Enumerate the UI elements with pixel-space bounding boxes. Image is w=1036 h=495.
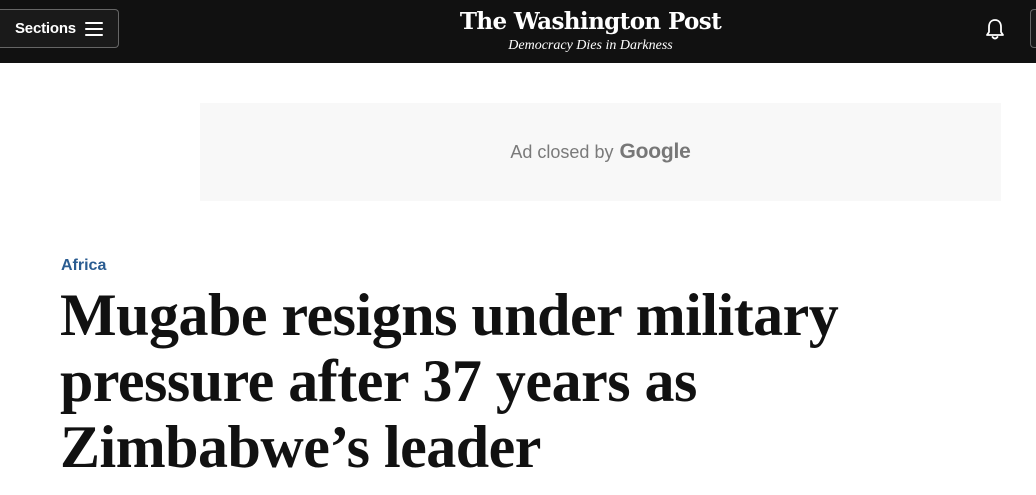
article-headline: Mugabe resigns under military pressure a… xyxy=(60,282,839,480)
top-navigation-bar: Sections The Washington Post Democracy D… xyxy=(0,0,1036,63)
ad-placeholder: Ad closed by Google xyxy=(200,103,1001,201)
sections-menu-button[interactable]: Sections xyxy=(0,9,119,48)
account-button[interactable] xyxy=(1030,9,1036,48)
bell-icon[interactable] xyxy=(984,17,1006,41)
ad-closed-text: Ad closed by xyxy=(510,141,614,162)
hamburger-icon xyxy=(84,21,103,36)
masthead[interactable]: The Washington Post Democracy Dies in Da… xyxy=(418,6,763,54)
sections-label: Sections xyxy=(15,20,76,37)
masthead-tagline: Democracy Dies in Darkness xyxy=(508,38,673,53)
washington-post-logo[interactable]: The Washington Post xyxy=(418,6,763,38)
ad-google-brand: Google xyxy=(619,140,691,163)
section-kicker-link[interactable]: Africa xyxy=(61,256,106,276)
